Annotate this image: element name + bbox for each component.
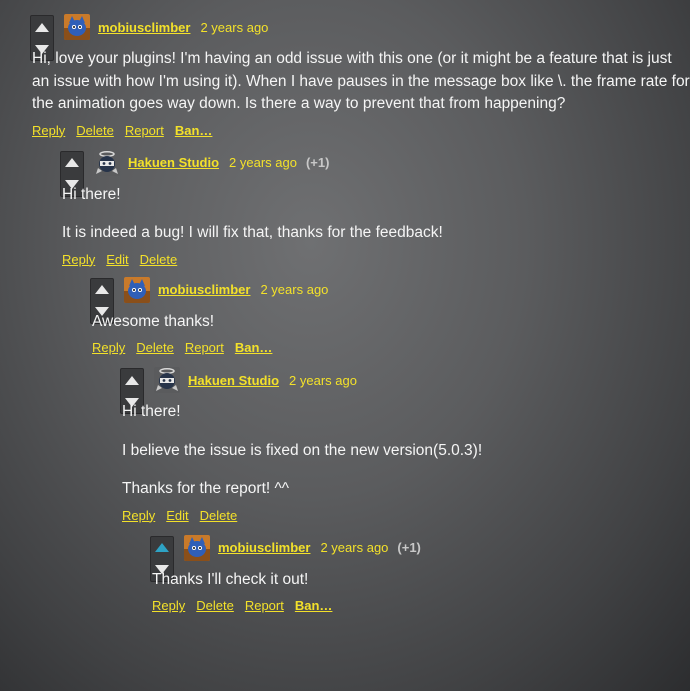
reply-link[interactable]: Reply <box>62 252 95 267</box>
comment-timestamp: 2 years ago <box>229 155 297 170</box>
comment-timestamp: 2 years ago <box>260 282 329 297</box>
comment-actions: Reply Delete Report Ban… <box>152 598 690 613</box>
blue-creature-avatar[interactable] <box>64 14 90 40</box>
comment-timestamp: 2 years ago <box>200 19 269 35</box>
upvote-icon[interactable] <box>65 158 79 167</box>
edit-link[interactable]: Edit <box>106 252 128 267</box>
comment-timestamp: 2 years ago <box>289 372 357 388</box>
comment-text: Hi, love your plugins! I'm having an odd… <box>32 50 690 112</box>
comment-text: Thanks for the report! ^^ <box>122 480 290 497</box>
ban-link[interactable]: Ban… <box>235 340 273 355</box>
reply-link[interactable]: Reply <box>92 340 125 355</box>
comment-author[interactable]: Hakuen Studio <box>128 155 219 170</box>
comment: Hakuen Studio 2 years ago (+1) Hi there!… <box>60 149 690 613</box>
comment: mobiusclimber 2 years ago Hi, love your … <box>30 14 690 613</box>
comment-text: It is indeed a bug! I will fix that, tha… <box>62 224 443 241</box>
comment-author[interactable]: mobiusclimber <box>158 282 250 297</box>
comment-text: Hi there! <box>62 185 121 203</box>
comment: mobiusclimber 2 years ago Awesome thanks… <box>90 276 690 613</box>
reply-link[interactable]: Reply <box>122 508 155 523</box>
blue-creature-avatar[interactable] <box>184 534 210 561</box>
comment-body: Hi there! It is indeed a bug! I will fix… <box>62 184 690 245</box>
upvote-icon[interactable] <box>95 285 109 294</box>
delete-link[interactable]: Delete <box>140 252 178 267</box>
comment-body: Hi, love your plugins! I'm having an odd… <box>32 48 690 116</box>
comment-body: Thanks I'll check it out! <box>152 569 690 592</box>
blue-creature-avatar[interactable] <box>124 276 150 303</box>
comment-actions: Reply Delete Report Ban… <box>32 123 690 138</box>
ban-link[interactable]: Ban… <box>175 123 213 138</box>
comment-timestamp: 2 years ago <box>320 540 389 555</box>
ninja-angel-avatar[interactable] <box>94 149 120 176</box>
comment-actions: Reply Edit Delete <box>122 508 690 523</box>
report-link[interactable]: Report <box>185 340 224 355</box>
comment-body: Hi there! I believe the issue is fixed o… <box>122 401 690 501</box>
upvote-icon[interactable] <box>155 543 169 552</box>
edit-link[interactable]: Edit <box>166 508 188 523</box>
comment: mobiusclimber 2 years ago (+1) Thanks I'… <box>150 534 690 613</box>
report-link[interactable]: Report <box>245 598 284 613</box>
comment: Hakuen Studio 2 years ago Hi there! I be… <box>120 367 690 613</box>
comment-author[interactable]: mobiusclimber <box>218 540 310 555</box>
report-link[interactable]: Report <box>125 123 164 138</box>
delete-link[interactable]: Delete <box>200 508 238 523</box>
delete-link[interactable]: Delete <box>196 598 234 613</box>
delete-link[interactable]: Delete <box>76 123 114 138</box>
comment-score: (+1) <box>305 155 330 170</box>
comment-body: Awesome thanks! <box>92 311 690 334</box>
reply-link[interactable]: Reply <box>32 123 65 138</box>
comment-score: (+1) <box>397 540 421 555</box>
reply-link[interactable]: Reply <box>152 598 185 613</box>
ban-link[interactable]: Ban… <box>295 598 333 613</box>
ninja-angel-avatar[interactable] <box>154 367 180 393</box>
comment-text: I believe the issue is fixed on the new … <box>122 441 483 459</box>
comment-actions: Reply Edit Delete <box>62 252 690 267</box>
comment-text: Awesome thanks! <box>92 312 215 330</box>
comment-text: Hi there! <box>122 403 181 420</box>
comment-actions: Reply Delete Report Ban… <box>92 340 690 355</box>
comment-text: Thanks I'll check it out! <box>152 570 309 588</box>
comment-author[interactable]: mobiusclimber <box>98 20 190 35</box>
delete-link[interactable]: Delete <box>136 340 174 355</box>
upvote-icon[interactable] <box>35 22 49 32</box>
upvote-icon[interactable] <box>125 375 139 385</box>
comment-thread: mobiusclimber 2 years ago Hi, love your … <box>30 14 690 613</box>
comment-author[interactable]: Hakuen Studio <box>188 373 279 388</box>
